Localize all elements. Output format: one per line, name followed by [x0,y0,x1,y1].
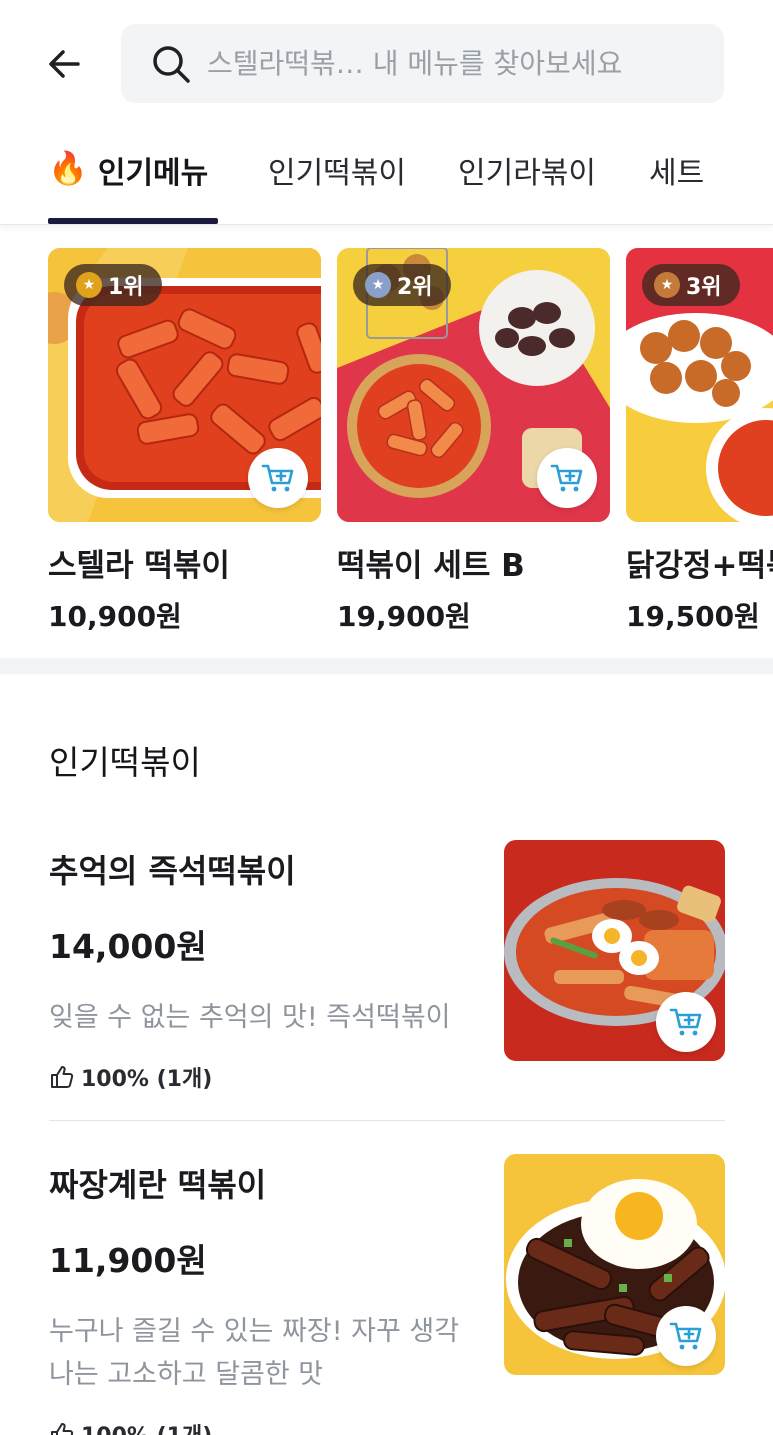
food-image: ★ 2위 [337,248,610,522]
tab-label: 인기라볶이 [458,156,596,191]
rating-text: 100% (1개) [81,1067,213,1092]
rank-badge: ★ 2위 [353,264,451,306]
popular-card[interactable]: ★ 2위 떡볶이 세트 B 19,900원 [337,248,610,635]
add-to-cart-button[interactable] [656,1306,716,1366]
menu-name: 떡볶이 세트 B [337,548,525,584]
tab-set[interactable]: 세트 [649,148,704,223]
popular-card[interactable]: ★ 1위 스텔라 떡볶이 10,900원 [48,248,321,635]
cart-plus-icon [669,1322,702,1350]
thumbs-up-icon [51,1066,74,1088]
food-image: ★ 3위 [626,248,773,522]
rank-label: 3위 [686,275,722,300]
tab-label: 인기메뉴 [97,156,209,191]
cart-plus-icon [261,464,294,492]
menu-list-item[interactable]: 추억의 즉석떡볶이 14,000원 잊을 수 없는 추억의 맛! 즉석떡볶이 1… [49,840,725,1106]
food-image [504,840,725,1061]
menu-name: 스텔라 떡볶이 [48,548,230,584]
search-icon [149,42,193,86]
food-image [504,1154,725,1375]
popular-carousel[interactable]: ★ 1위 스텔라 떡볶이 10,900원 ★ 2위 떡볶이 세트 B 19,90… [0,248,773,648]
cart-plus-icon [550,464,583,492]
tab-label: 인기떡볶이 [268,156,406,191]
food-image: ★ 1위 [48,248,321,522]
section-divider [0,658,773,674]
menu-name: 닭강정+떡볶이 [626,548,773,584]
medal-icon: ★ [76,272,102,298]
top-bar [0,0,773,120]
rank-label: 1위 [108,275,144,300]
add-to-cart-button[interactable] [537,448,597,508]
menu-price: 19,500원 [626,600,760,633]
search-input[interactable] [207,33,724,94]
rating: 100% (1개) [49,1061,725,1093]
rank-badge: ★ 1위 [64,264,162,306]
back-arrow-icon[interactable] [42,42,86,86]
menu-description: 누구나 즐길 수 있는 짜장! 자꾸 생각나는 고소하고 달콤한 맛 [49,1316,460,1390]
rank-badge: ★ 3위 [642,264,740,306]
menu-price: 19,900원 [337,600,471,633]
rating: 100% (1개) [49,1418,725,1435]
medal-icon: ★ [654,272,680,298]
medal-icon: ★ [365,272,391,298]
active-tab-indicator [48,218,218,224]
tab-label: 세트 [649,156,705,191]
item-separator [49,1120,725,1121]
add-to-cart-button[interactable] [656,992,716,1052]
category-tabs: 🔥 인기메뉴 인기떡볶이 인기라볶이 세트 [0,130,773,225]
menu-description: 잊을 수 없는 추억의 맛! 즉석떡볶이 [49,1002,451,1033]
popular-card[interactable]: ★ 3위 닭강정+떡볶이 19,500원 [626,248,773,635]
tab-popular-menu[interactable]: 🔥 인기메뉴 [48,148,208,223]
menu-list-item[interactable]: 짜장계란 떡볶이 11,900원 누구나 즐길 수 있는 짜장! 자꾸 생각나는… [49,1154,725,1435]
search-bar[interactable] [121,24,724,103]
add-to-cart-button[interactable] [248,448,308,508]
menu-price: 10,900원 [48,600,182,633]
thumbs-up-icon [51,1423,74,1435]
rank-label: 2위 [397,275,433,300]
rating-text: 100% (1개) [81,1418,212,1435]
fire-icon: 🔥 [48,149,88,187]
cart-plus-icon [669,1008,702,1036]
section-title: 인기떡볶이 [49,743,201,782]
tab-popular-rabokki[interactable]: 인기라볶이 [458,148,596,223]
tab-popular-tteokbokki[interactable]: 인기떡볶이 [268,148,406,223]
